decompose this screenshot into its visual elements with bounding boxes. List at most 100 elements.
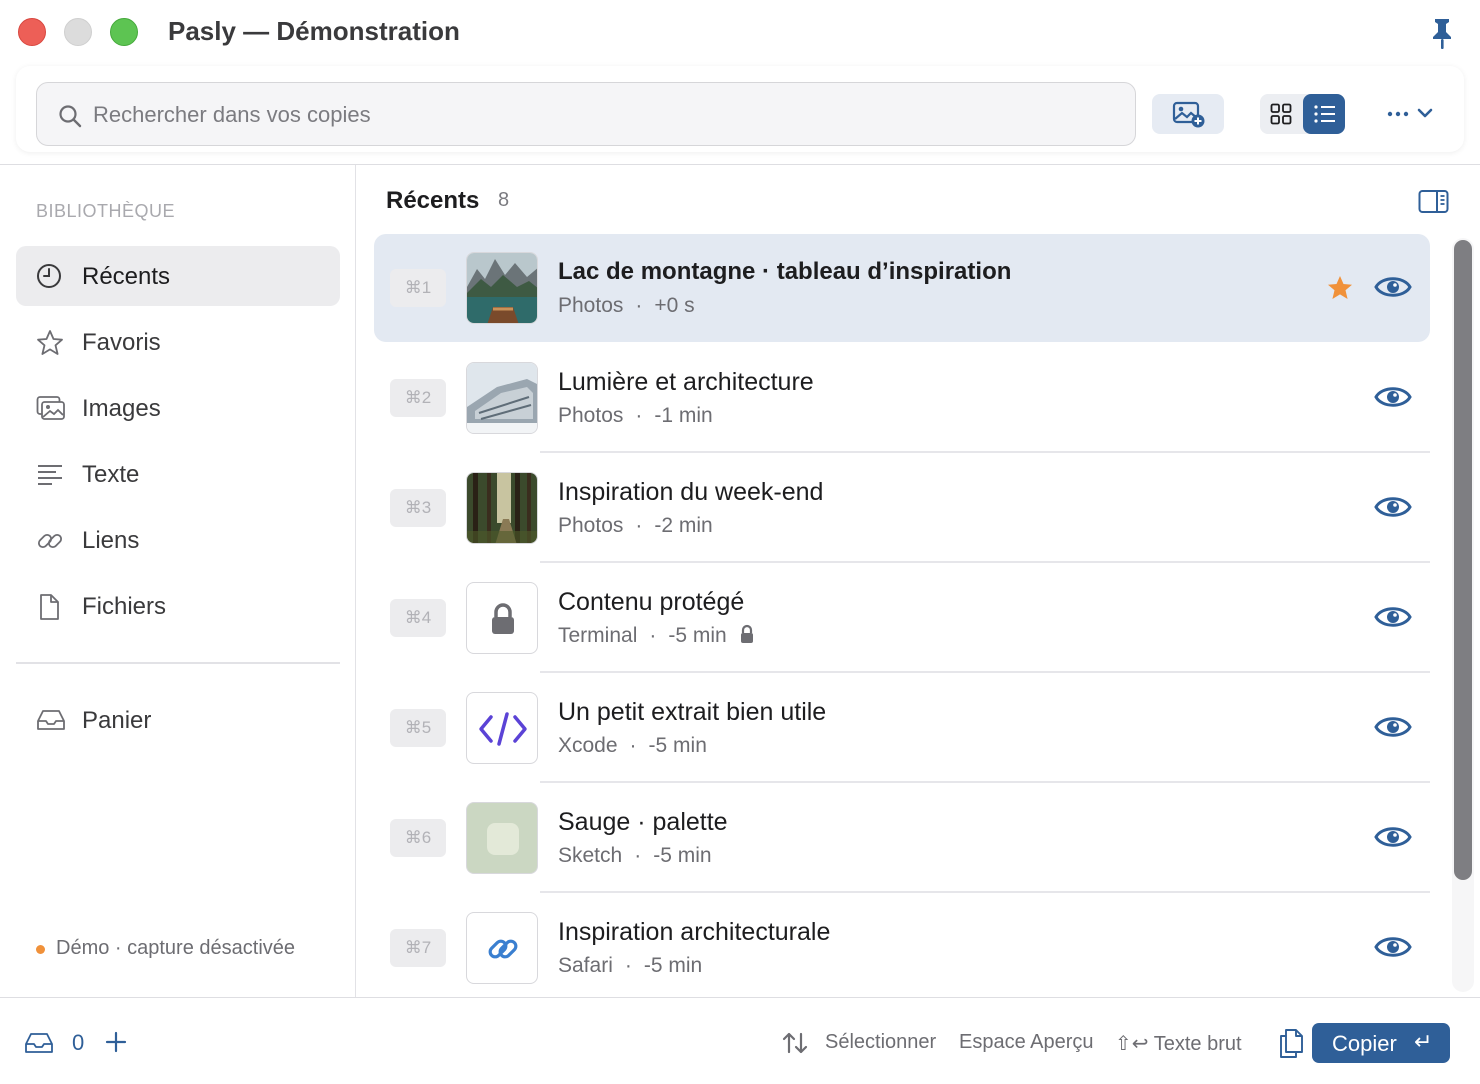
item-subtitle: Xcode · -5 min [558,734,707,757]
list-view-button[interactable] [1303,94,1345,134]
item-subtitle: Safari · -5 min [558,954,703,977]
minimize-window-button[interactable] [64,18,92,46]
sidebar-item-label: Favoris [82,329,161,356]
footer-bar: 0 Sélectionner Espace Aperçu ⇧↩ Texte br… [0,997,1480,1084]
shortcut-badge: ⌘6 [390,819,446,857]
row-separator [540,781,1430,783]
list-item[interactable]: ⌘6 Sauge · palette Sketch · -5 min [374,784,1430,893]
item-title: Inspiration architecturale [558,918,831,946]
shortcut-badge: ⌘1 [390,269,446,307]
sidebar-item-recents[interactable]: Récents [16,246,340,306]
list-scrollbar[interactable] [1452,238,1474,992]
preview-eye-icon[interactable] [1374,272,1412,302]
more-chevron-icon [1387,108,1433,118]
preview-eye-icon[interactable] [1374,602,1412,632]
list-item[interactable]: ⌘2 Lumière et architecture Photos · -1 min [374,344,1430,453]
link-icon [488,939,518,959]
item-subtitle: Photos · +0 s [558,294,695,317]
item-subtitle: Photos · -1 min [558,404,713,427]
sidebar-item-fichiers[interactable]: Fichiers [16,576,340,636]
list-item[interactable]: ⌘3 Inspiration du week-end Photos · -2 min [374,454,1430,563]
hint-select: Sélectionner [825,1031,937,1053]
color-swatch [487,823,519,855]
favorite-star-icon[interactable] [1326,274,1354,302]
item-source: Photos [558,294,624,317]
list-item[interactable]: ⌘1 Lac de montagne · tableau d’inspirati… [374,234,1430,342]
preview-eye-icon[interactable] [1374,382,1412,412]
zoom-window-button[interactable] [110,18,138,46]
plus-icon[interactable] [104,1030,128,1054]
view-mode-switch [1260,94,1345,134]
item-subtitle: Sketch · -5 min [558,844,712,867]
search-field[interactable] [36,82,1136,146]
color-swatch-thumbnail [466,802,538,874]
item-title: Sauge · palette [558,808,728,836]
copy-documents-icon[interactable] [1276,1026,1308,1060]
more-options-button[interactable] [1378,100,1440,128]
item-time: -5 min [653,844,712,867]
item-source: Safari [558,954,613,977]
add-image-button[interactable] [1152,94,1224,134]
window-title: Pasly — Démonstration [168,16,460,46]
close-window-button[interactable] [18,18,46,46]
link-thumbnail [466,912,538,984]
tray-icon [37,710,65,730]
shortcut-badge: ⌘7 [390,929,446,967]
item-time: -5 min [668,624,727,647]
tray-icon[interactable] [24,1030,54,1056]
search-input[interactable] [93,95,1113,135]
sidebar-section-title: BIBLIOTHÈQUE [36,201,176,221]
item-source: Photos [558,404,624,427]
search-icon [59,105,82,128]
row-separator [540,891,1430,893]
link-icon [37,533,63,549]
star-icon [37,330,63,355]
images-icon [36,396,65,420]
shortcut-badge: ⌘5 [390,709,446,747]
row-separator [540,671,1430,673]
shortcut-badge: ⌘4 [390,599,446,637]
image-add-icon [1172,101,1205,128]
list-item[interactable]: ⌘7 Inspiration architecturale Safari · -5 … [374,894,1430,997]
preview-eye-icon[interactable] [1374,822,1412,852]
list-item[interactable]: ⌘5 Un petit extrait bien utile Xcode · -5 … [374,674,1430,783]
item-subtitle: Terminal · -5 min [558,624,755,648]
forest-photo-thumbnail [466,472,538,544]
item-time: -5 min [648,734,707,757]
file-icon [40,594,59,620]
pin-icon[interactable] [1426,16,1458,50]
return-key-icon: ↵ [1414,1029,1433,1054]
list-item[interactable]: ⌘4 Contenu protégé Terminal · -5 min [374,564,1430,673]
sidebar-panel-toggle-icon[interactable] [1418,189,1450,215]
code-thumbnail [466,692,538,764]
item-time: -2 min [654,514,713,537]
row-separator [540,451,1430,453]
toolbar [16,66,1464,152]
preview-eye-icon[interactable] [1374,712,1412,742]
architecture-photo-thumbnail [466,362,538,434]
sidebar-item-favoris[interactable]: Favoris [16,312,340,372]
lock-icon [492,603,514,634]
status-dot [36,945,45,954]
sidebar-item-texte[interactable]: Texte [16,444,340,504]
preview-eye-icon[interactable] [1374,492,1412,522]
sidebar-item-images[interactable]: Images [16,378,340,438]
sidebar: BIBLIOTHÈQUE Récents Favoris Images Text… [0,165,356,997]
grid-icon [1270,103,1292,125]
tray-count: 0 [72,1030,85,1055]
copy-button[interactable]: Copier ↵ [1312,1023,1450,1063]
sidebar-item-liens[interactable]: Liens [16,510,340,570]
preview-eye-icon[interactable] [1374,932,1412,962]
item-title: Contenu protégé [558,588,745,616]
title-bar: Pasly — Démonstration [0,0,1480,66]
item-subtitle: Photos · -2 min [558,514,713,537]
list-icon [1314,105,1335,123]
grid-view-button[interactable] [1260,94,1302,134]
list-count: 8 [498,189,510,211]
item-time: -1 min [654,404,713,427]
sidebar-item-label: Panier [82,707,152,734]
sidebar-item-panier[interactable]: Panier [16,690,340,750]
hint-raw-text: ⇧↩ Texte brut [1115,1033,1242,1055]
sidebar-separator [16,662,340,664]
scrollbar-thumb[interactable] [1454,240,1472,880]
